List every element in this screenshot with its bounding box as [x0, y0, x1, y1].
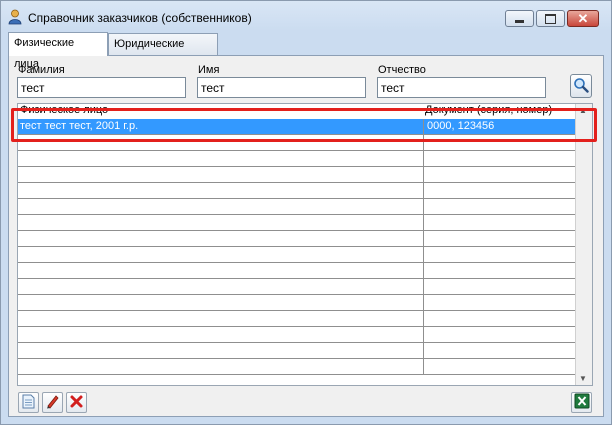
name-input[interactable]: [197, 77, 366, 98]
magnifier-icon: [573, 77, 589, 96]
cell-document: [423, 135, 577, 150]
cell-document: [423, 183, 577, 198]
column-header-document[interactable]: Документ (серия, номер): [425, 104, 552, 117]
cell-document: [423, 167, 577, 182]
grid-rows: тест тест тест, 2001 г.р. 0000, 123456: [18, 119, 575, 375]
add-button[interactable]: [18, 392, 39, 413]
vertical-scrollbar[interactable]: ▲ ▼: [575, 104, 592, 385]
column-header-person[interactable]: Физическое лицо: [20, 104, 108, 117]
search-button[interactable]: [570, 74, 592, 98]
cell-person: [18, 327, 425, 342]
tab-legal-entities[interactable]: Юридические лица: [108, 33, 218, 71]
table-row[interactable]: [18, 135, 575, 151]
cell-document: 0000, 123456: [423, 119, 577, 134]
cell-person: [18, 247, 425, 262]
excel-icon: [574, 393, 590, 412]
table-row[interactable]: [18, 327, 575, 343]
cell-person: [18, 311, 425, 326]
table-row[interactable]: [18, 359, 575, 375]
cell-person: [18, 183, 425, 198]
cell-person: [18, 215, 425, 230]
edit-button[interactable]: [42, 392, 63, 413]
scroll-up-icon[interactable]: ▲: [579, 106, 587, 115]
name-label: Имя: [198, 64, 220, 76]
table-row[interactable]: тест тест тест, 2001 г.р. 0000, 123456: [18, 119, 575, 135]
cell-document: [423, 359, 577, 374]
cell-person: [18, 167, 425, 182]
scroll-down-icon[interactable]: ▼: [579, 374, 587, 383]
cell-document: [423, 295, 577, 310]
maximize-icon: [545, 13, 556, 24]
cell-person: [18, 343, 425, 358]
pencil-icon: [45, 394, 60, 412]
cell-person: [18, 295, 425, 310]
table-row[interactable]: [18, 343, 575, 359]
cell-document: [423, 279, 577, 294]
cell-document: [423, 327, 577, 342]
table-row[interactable]: [18, 279, 575, 295]
table-row[interactable]: [18, 183, 575, 199]
cell-document: [423, 247, 577, 262]
cell-document: [423, 199, 577, 214]
grid-header: Физическое лицо Документ (серия, номер): [18, 104, 575, 120]
table-row[interactable]: [18, 151, 575, 167]
cell-document: [423, 215, 577, 230]
export-excel-button[interactable]: [571, 392, 592, 413]
minimize-icon: [515, 20, 524, 23]
user-icon: [8, 9, 22, 25]
cell-person: [18, 279, 425, 294]
table-row[interactable]: [18, 231, 575, 247]
cell-person: [18, 231, 425, 246]
table-row[interactable]: [18, 215, 575, 231]
table-row[interactable]: [18, 311, 575, 327]
delete-icon: [69, 394, 84, 412]
cell-person: тест тест тест, 2001 г.р.: [20, 120, 139, 132]
cell-person: [18, 199, 425, 214]
table-row[interactable]: [18, 199, 575, 215]
table-row[interactable]: [18, 263, 575, 279]
table-row[interactable]: [18, 295, 575, 311]
table-row[interactable]: [18, 247, 575, 263]
cell-person: [18, 359, 425, 374]
patronymic-input[interactable]: [377, 77, 546, 98]
cell-person: [18, 135, 425, 150]
cell-document: [423, 311, 577, 326]
customers-grid[interactable]: Физическое лицо Документ (серия, номер) …: [17, 103, 593, 386]
cell-document: [423, 231, 577, 246]
minimize-button[interactable]: [505, 10, 534, 27]
surname-input[interactable]: [17, 77, 186, 98]
table-row[interactable]: [18, 167, 575, 183]
cell-person: [18, 151, 425, 166]
patronymic-label: Отчество: [378, 64, 426, 76]
maximize-button[interactable]: [536, 10, 565, 27]
title-bar[interactable]: Справочник заказчиков (собственников) ✕: [1, 1, 611, 31]
window-title: Справочник заказчиков (собственников): [28, 11, 252, 25]
close-icon: ✕: [577, 11, 589, 26]
tab-individuals[interactable]: Физические лица: [8, 32, 108, 70]
delete-button[interactable]: [66, 392, 87, 413]
new-document-icon: [22, 394, 35, 412]
customers-directory-window: Справочник заказчиков (собственников) ✕ …: [0, 0, 612, 425]
close-button[interactable]: ✕: [567, 10, 599, 27]
cell-document: [423, 343, 577, 358]
cell-person: [18, 263, 425, 278]
cell-document: [423, 151, 577, 166]
cell-document: [423, 263, 577, 278]
